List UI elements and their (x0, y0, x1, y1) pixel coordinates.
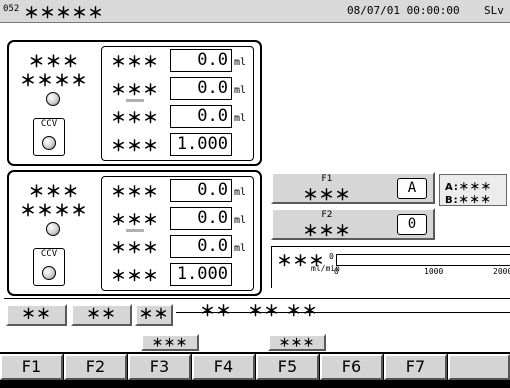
pump1-ccv-lamp (42, 136, 56, 150)
f1-selector-value: A (397, 178, 427, 199)
pump1-values: ＊＊＊ 0.0 ml ＊＊＊ 0.0 ml ＊＊＊ 0.0 ml ＊＊＊ 1.0… (101, 46, 254, 161)
pump2-row2-indicator (126, 229, 144, 232)
pump2-row2-value[interactable]: 0.0 (170, 207, 232, 230)
pump1-row3-label: ＊＊＊ (111, 109, 160, 127)
pump2-row4-value[interactable]: 1.000 (170, 263, 232, 286)
message-text: ＊＊ ＊＊ ＊＊ (200, 302, 319, 320)
pump2-row3-unit: ml (234, 243, 247, 254)
f3-key-label: ＊＊＊ (141, 334, 199, 351)
pump2-values: ＊＊＊ 0.0 ml ＊＊＊ 0.0 ml ＊＊＊ 0.0 ml ＊＊＊ 1.0… (101, 176, 254, 291)
f7-key[interactable]: F7 (384, 354, 447, 380)
f2-selector-button[interactable]: F2 ＊＊＊ 0 (271, 208, 435, 240)
flow-value: 0 (329, 252, 334, 261)
f5-key-label: ＊＊＊ (268, 334, 326, 351)
flow-bar-track (336, 254, 510, 266)
title-bar: 052 ＊＊＊＊＊ 08/07/01 00:00:00 SLv (0, 0, 510, 23)
f4-key[interactable]: F4 (192, 354, 255, 380)
pump1-row1-value[interactable]: 0.0 (170, 49, 232, 72)
pump1-row2-unit: ml (234, 85, 247, 96)
pump2-row1-value[interactable]: 0.0 (170, 179, 232, 202)
f5-key[interactable]: F5 (256, 354, 319, 380)
f2-selector-key: F2 (321, 210, 333, 220)
pump2-row3-value[interactable]: 0.0 (170, 235, 232, 258)
mode-button-1[interactable]: ＊＊ (6, 304, 67, 326)
pump2-row2-label: ＊＊＊ (111, 211, 160, 229)
pump1-row2-indicator (126, 99, 144, 102)
pump1-row2-label: ＊＊＊ (111, 81, 160, 99)
screen-title: ＊＊＊＊＊ (24, 4, 105, 22)
mode-button-3[interactable]: ＊＊ (135, 304, 173, 326)
pump2-ccv-lamp (42, 266, 56, 280)
f8-key[interactable] (448, 354, 510, 380)
f1-selector-key: F1 (321, 174, 333, 184)
security-level: SLv (484, 4, 504, 17)
pump2-title-line2: ＊＊＊＊ (19, 201, 88, 220)
pump2-row3-label: ＊＊＊ (111, 239, 160, 257)
ab-legend: A:＊＊＊ B:＊＊＊ (439, 174, 507, 206)
legend-b: B:＊＊＊ (445, 195, 492, 206)
function-key-bar: F1 F2 F3 F4 F5 F6 F7 (0, 352, 510, 388)
pump1-row2-value[interactable]: 0.0 (170, 77, 232, 100)
f1-key[interactable]: F1 (0, 354, 63, 380)
pump2-row1-unit: ml (234, 187, 247, 198)
flow-scale-1000: 1000 (424, 267, 444, 276)
pump1-row1-unit: ml (234, 57, 247, 68)
pump2-ccv-button[interactable]: CCV (33, 248, 65, 286)
pump1-ccv-label: CCV (40, 119, 58, 129)
pump1-row3-unit: ml (234, 113, 247, 124)
f1-selector-button[interactable]: F1 ＊＊＊ A (271, 172, 435, 204)
pump1-row1-label: ＊＊＊ (111, 53, 160, 71)
pump1-title-line2: ＊＊＊＊ (19, 71, 88, 90)
divider-line (4, 298, 510, 299)
f2-key[interactable]: F2 (64, 354, 127, 380)
flow-scale-2000: 2000 (493, 267, 510, 276)
flow-graph: ＊＊＊ ml/min 0 0 1000 2000 (271, 246, 510, 288)
pump1-panel: ＊＊＊ ＊＊＊＊ CCV ＊＊＊ 0.0 ml ＊＊＊ 0.0 ml ＊＊＊ 0… (7, 40, 262, 166)
pump1-row4-value[interactable]: 1.000 (170, 133, 232, 156)
f3-key[interactable]: F3 (128, 354, 191, 380)
pump2-row4-label: ＊＊＊ (111, 267, 160, 285)
f6-key[interactable]: F6 (320, 354, 383, 380)
pump1-row4-label: ＊＊＊ (111, 137, 160, 155)
pump2-status-lamp (46, 222, 60, 236)
screen-number: 052 (3, 4, 20, 14)
f1-selector-label: ＊＊＊ (302, 186, 351, 204)
pump2-ccv-label: CCV (40, 249, 58, 259)
pump1-status-lamp (46, 92, 60, 106)
pump2-panel: ＊＊＊ ＊＊＊＊ CCV ＊＊＊ 0.0 ml ＊＊＊ 0.0 ml ＊＊＊ 0… (7, 170, 262, 296)
datetime: 08/07/01 00:00:00 (347, 4, 460, 17)
pump2-row2-unit: ml (234, 215, 247, 226)
f2-selector-label: ＊＊＊ (302, 222, 351, 240)
pump1-row3-value[interactable]: 0.0 (170, 105, 232, 128)
mode-button-2[interactable]: ＊＊ (71, 304, 132, 326)
pump2-row1-label: ＊＊＊ (111, 183, 160, 201)
flow-scale-0: 0 (334, 267, 339, 276)
pump1-ccv-button[interactable]: CCV (33, 118, 65, 156)
f2-selector-value: 0 (397, 214, 427, 235)
